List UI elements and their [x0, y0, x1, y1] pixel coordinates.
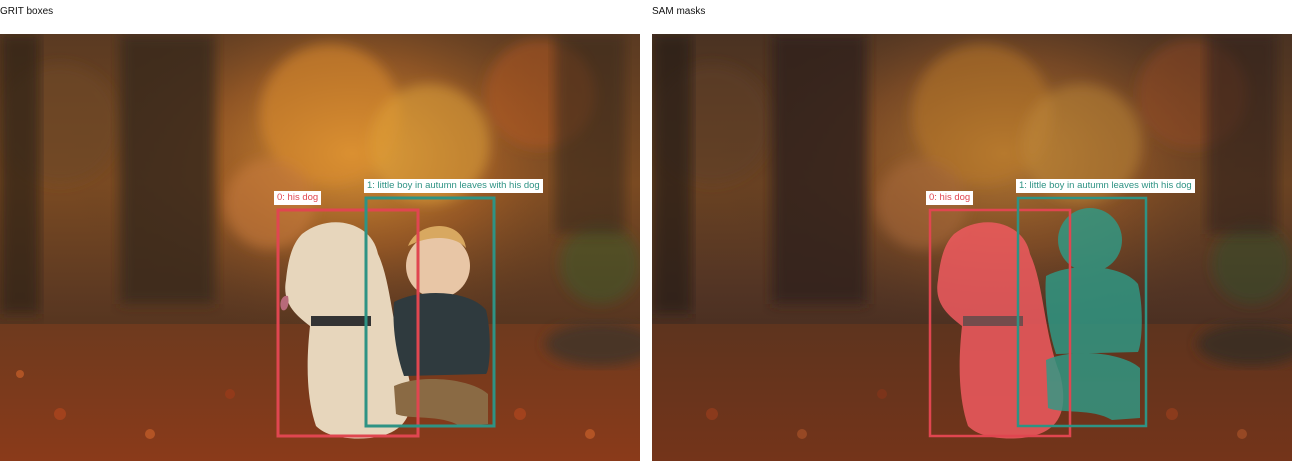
sam-masks-photo: [652, 34, 1292, 461]
mask-label-0: 0: his dog: [926, 191, 974, 205]
box-label-0: 0: his dog: [274, 191, 322, 205]
mask-label-1: 1: little boy in autumn leaves with his …: [1016, 179, 1195, 193]
sam-masks-panel: 0: his dog 1: little boy in autumn leave…: [652, 34, 1292, 461]
box-label-1: 1: little boy in autumn leaves with his …: [364, 179, 543, 193]
panel-title-sam-masks: SAM masks: [652, 6, 706, 17]
grit-boxes-panel: 0: his dog 1: little boy in autumn leave…: [0, 34, 640, 461]
panel-title-grit-boxes: GRIT boxes: [0, 6, 54, 17]
grit-boxes-photo: [0, 34, 640, 461]
